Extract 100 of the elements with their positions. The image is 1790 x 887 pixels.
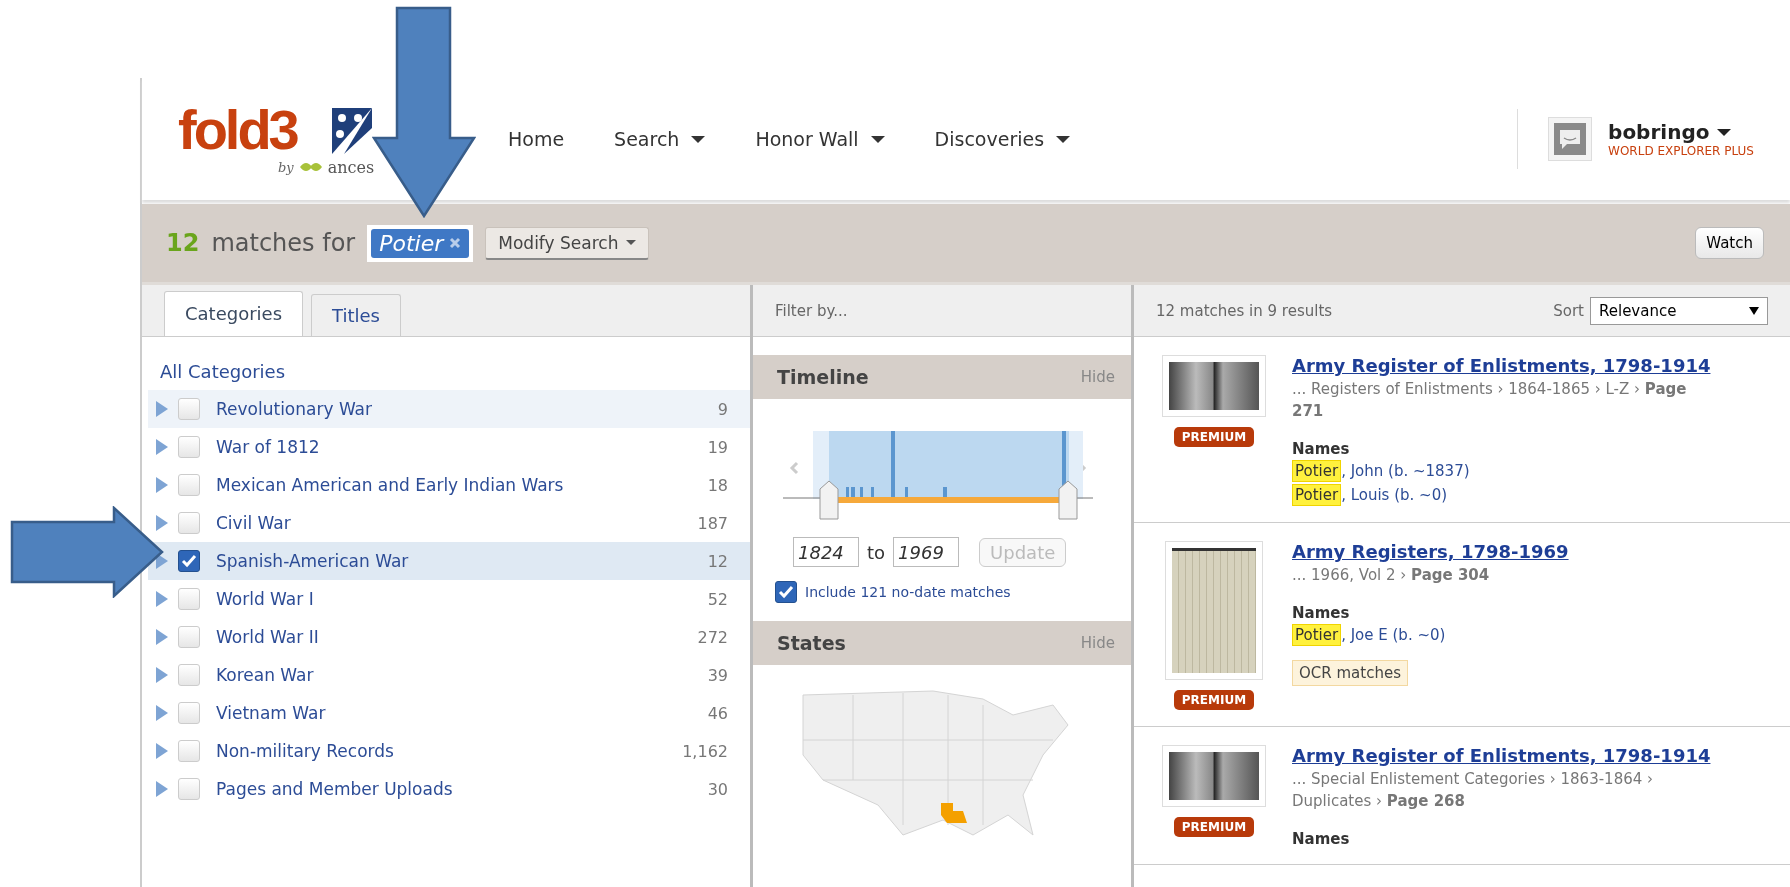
- category-label: World War I: [216, 589, 314, 609]
- category-label: Vietnam War: [216, 703, 326, 723]
- close-icon: [449, 237, 462, 249]
- match-count: 12: [166, 229, 200, 257]
- nav-link[interactable]: Home: [508, 128, 565, 150]
- expand-triangle-icon[interactable]: [156, 705, 168, 721]
- premium-badge: PREMIUM: [1173, 690, 1255, 710]
- selected-category-row[interactable]: Spanish-American War 12: [148, 542, 750, 580]
- category-label: Revolutionary War: [216, 399, 373, 419]
- category-count: 12: [707, 551, 728, 571]
- all-categories-link[interactable]: All Categories: [148, 361, 750, 382]
- avatar-icon[interactable]: [1548, 117, 1593, 161]
- person-name-link[interactable]: , Joe E (b. ~0): [1341, 626, 1446, 644]
- expand-triangle-icon[interactable]: [156, 781, 168, 797]
- checkbox[interactable]: [178, 550, 200, 572]
- category-row[interactable]: Mexican American and Early Indian Wars 18: [148, 466, 750, 504]
- category-label: Spanish-American War: [216, 551, 409, 571]
- category-row[interactable]: Civil War 187: [148, 504, 750, 542]
- search-term-tag[interactable]: Potier: [371, 228, 470, 258]
- expand-triangle-icon[interactable]: [156, 591, 168, 607]
- sort-dropdown[interactable]: Relevance: [1590, 296, 1768, 325]
- watch-button[interactable]: Watch: [1695, 227, 1764, 259]
- tab[interactable]: Titles: [311, 294, 401, 336]
- to-year-field[interactable]: 1969: [893, 537, 960, 567]
- modify-search-button[interactable]: Modify Search: [485, 226, 650, 260]
- category-count: 52: [707, 589, 728, 609]
- result-title-link[interactable]: Army Register of Enlistments, 1798-1914: [1292, 745, 1711, 766]
- result-title-link[interactable]: Army Register of Enlistments, 1798-1914: [1292, 355, 1711, 376]
- flag-icon: [332, 107, 373, 154]
- expand-triangle-icon[interactable]: [156, 401, 168, 417]
- expand-triangle-icon[interactable]: [156, 667, 168, 683]
- category-label: Korean War: [216, 665, 314, 685]
- expand-triangle-icon[interactable]: [156, 515, 168, 531]
- sort-label: Sort: [1553, 301, 1584, 320]
- category-label: War of 1812: [216, 437, 320, 457]
- include-no-date-label[interactable]: Include 121 no-date matches: [805, 584, 1011, 600]
- checkbox[interactable]: [775, 581, 797, 603]
- expand-triangle-icon[interactable]: [156, 477, 168, 493]
- username-menu[interactable]: bobringo: [1608, 120, 1754, 144]
- names-heading: Names: [1292, 830, 1350, 848]
- caret-icon[interactable]: [691, 135, 706, 143]
- timeline-slider-drawing[interactable]: [783, 431, 1093, 521]
- results-summary: 12 matches in 9 results: [1156, 301, 1333, 320]
- category-row[interactable]: War of 1812 19: [148, 428, 750, 466]
- tab[interactable]: Categories: [164, 291, 304, 336]
- highlighted-surname: Potier: [1292, 460, 1342, 482]
- partner-name: ances: [327, 157, 375, 177]
- document-spread-thumbnail[interactable]: [1162, 745, 1266, 807]
- expand-triangle-icon[interactable]: [156, 439, 168, 455]
- names-heading: Names: [1292, 440, 1350, 458]
- nav-link[interactable]: Search: [614, 128, 706, 150]
- logo-wordmark[interactable]: fold3: [178, 101, 333, 158]
- category-row[interactable]: Pages and Member Uploads 30: [148, 770, 750, 808]
- filter-label: Filter by...: [775, 301, 848, 320]
- breadcrumb-path: ... Special Enlistement Categories › 1863-1864 › Duplicates › Page 268: [1292, 769, 1655, 812]
- category-row[interactable]: World War I 52: [148, 580, 750, 618]
- person-name-link[interactable]: , John (b. ~1837): [1341, 462, 1470, 480]
- membership-plan: WORLD EXPLORER PLUS: [1608, 144, 1754, 158]
- category-count: 39: [707, 665, 728, 685]
- category-row[interactable]: Korean War 39: [148, 656, 750, 694]
- category-label: World War II: [216, 627, 319, 647]
- highlighted-surname: Potier: [1292, 484, 1342, 506]
- category-count: 1,162: [682, 741, 728, 761]
- from-year-field[interactable]: 1824: [793, 537, 859, 567]
- document-spread-thumbnail[interactable]: [1162, 355, 1266, 417]
- person-name-link[interactable]: , Louis (b. ~0): [1341, 486, 1448, 504]
- category-row[interactable]: World War II 272: [148, 618, 750, 656]
- breadcrumb-path: ... 1966, Vol 2 › Page 304: [1292, 565, 1490, 586]
- category-count: 30: [707, 779, 728, 799]
- category-label: Civil War: [216, 513, 291, 533]
- caret-icon[interactable]: [870, 135, 885, 143]
- category-count: 272: [697, 627, 728, 647]
- section-title: States: [777, 632, 846, 654]
- category-label: Mexican American and Early Indian Wars: [216, 475, 564, 495]
- result-title-link[interactable]: Army Registers, 1798-1969: [1292, 541, 1569, 562]
- category-label: Non-military Records: [216, 741, 394, 761]
- nav-link[interactable]: Discoveries: [934, 128, 1071, 150]
- category-row[interactable]: Non-military Records 1,162: [148, 732, 750, 770]
- section-title: Timeline: [777, 366, 869, 388]
- dropdown-arrow-icon[interactable]: [1749, 306, 1759, 315]
- expand-triangle-icon[interactable]: [156, 629, 168, 645]
- caret-icon[interactable]: [1056, 135, 1071, 143]
- highlighted-surname: Potier: [1292, 624, 1342, 646]
- category-count: 46: [707, 703, 728, 723]
- names-heading: Names: [1292, 604, 1350, 622]
- category-count: 9: [717, 399, 728, 419]
- premium-badge: PREMIUM: [1173, 427, 1255, 447]
- nav-link[interactable]: Honor Wall: [755, 128, 885, 150]
- ocr-matches-tag[interactable]: OCR matches: [1292, 660, 1408, 686]
- hovered-category-row[interactable]: Revolutionary War 9: [148, 390, 750, 428]
- premium-badge: PREMIUM: [1173, 817, 1255, 837]
- breadcrumb-path: ... Registers of Enlistments › 1864-1865 › L-Z › Page 271: [1292, 379, 1688, 422]
- category-count: 18: [707, 475, 728, 495]
- document-page-thumbnail[interactable]: [1165, 541, 1263, 680]
- expand-triangle-icon[interactable]: [156, 743, 168, 759]
- category-label: Pages and Member Uploads: [216, 779, 453, 799]
- category-row[interactable]: Vietnam War 46: [148, 694, 750, 732]
- category-count: 187: [697, 513, 728, 533]
- matches-label: matches for: [211, 229, 356, 257]
- range-separator: to: [867, 541, 886, 563]
